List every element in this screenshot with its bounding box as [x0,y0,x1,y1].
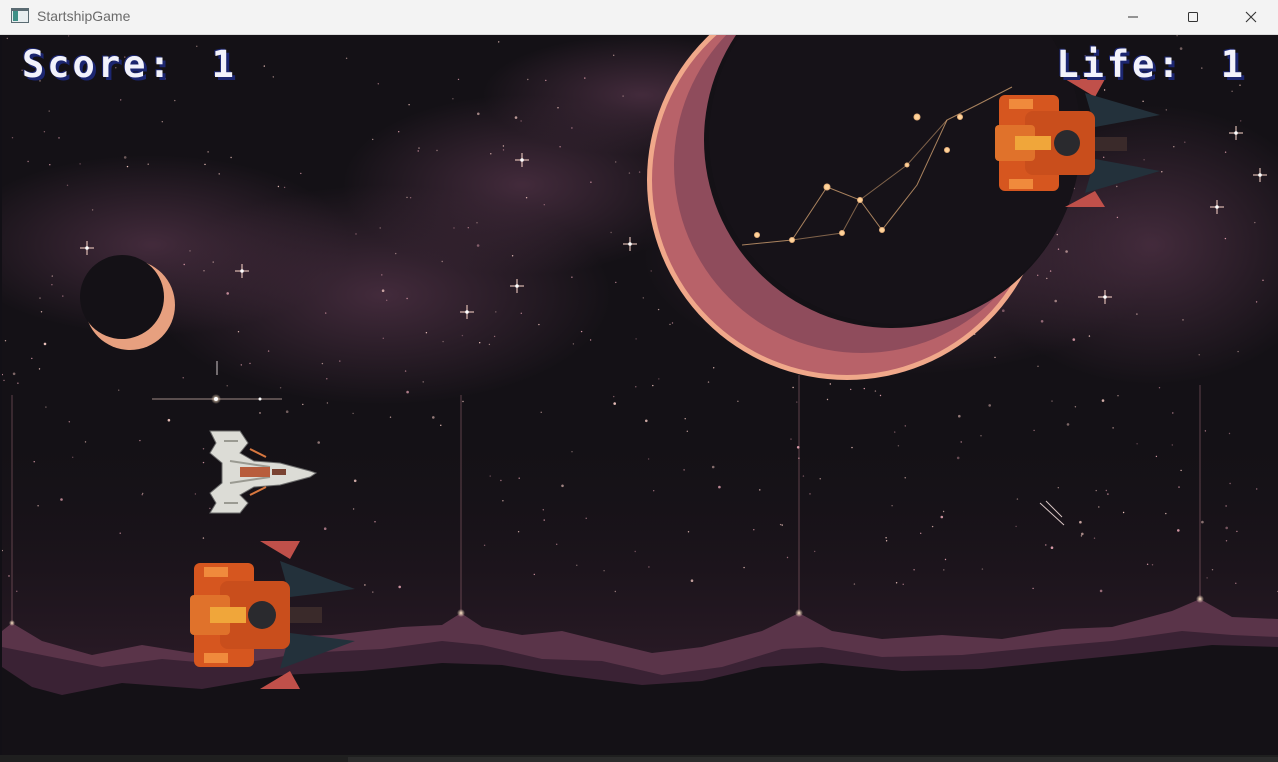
game-canvas[interactable]: Score: 1 Life: 1 [2,35,1278,755]
life-value: 1 [1220,43,1246,86]
window-title: StartshipGame [37,8,131,24]
title-bar[interactable]: StartshipGame [0,0,1278,35]
maximize-icon [1188,12,1198,22]
maximize-button[interactable] [1164,0,1222,34]
score-display: Score: 1 [22,43,237,86]
window-bottom-edge [0,755,1278,762]
close-icon [1245,11,1257,23]
score-label: Score: [22,43,174,86]
app-window-icon [11,8,29,23]
score-value: 1 [211,43,237,86]
taskbar-strip [348,757,1278,762]
minimize-button[interactable] [1104,0,1162,34]
life-label: Life: [1056,43,1183,86]
game-window: StartshipGame Score: 1 Life: 1 [0,0,1278,762]
close-button[interactable] [1222,0,1278,34]
life-display: Life: 1 [1056,43,1246,86]
minimize-icon [1128,16,1138,18]
space-background [2,35,1278,755]
